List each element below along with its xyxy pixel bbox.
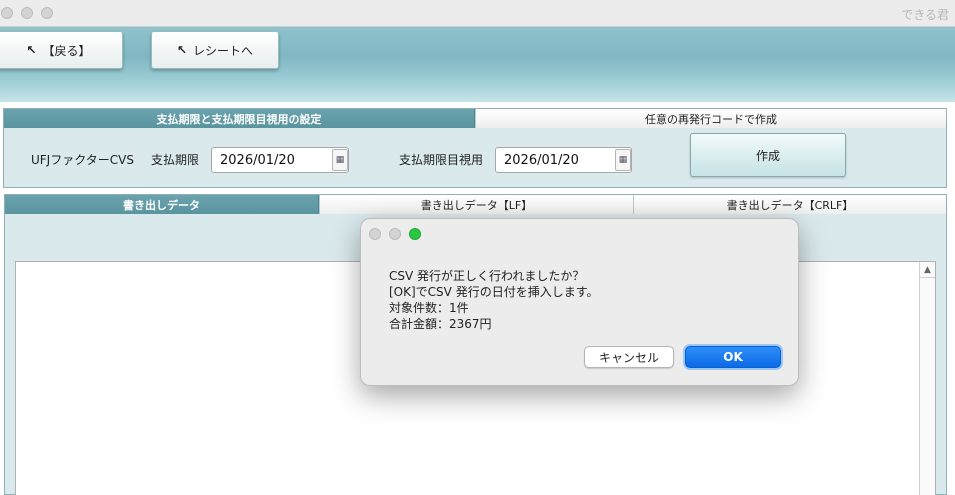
cancel-button-label: キャンセル [598, 350, 659, 365]
dialog-close-icon[interactable] [369, 228, 381, 240]
dialog-minimize-icon[interactable] [389, 228, 401, 240]
dialog-overlay: CSV 発行が正しく行われましたか？ [OK]でCSV 発行の日付を挿入します。… [0, 0, 955, 495]
ok-button-label: OK [723, 350, 743, 364]
dialog-line: 対象件数：1件 [389, 301, 469, 315]
dialog-line: [OK]でCSV 発行の日付を挿入します。 [389, 285, 599, 299]
cancel-button[interactable]: キャンセル [584, 346, 674, 368]
dialog-zoom-icon[interactable] [409, 228, 421, 240]
confirm-dialog: CSV 発行が正しく行われましたか？ [OK]でCSV 発行の日付を挿入します。… [360, 218, 799, 386]
dialog-line: 合計金額：2367円 [389, 317, 492, 331]
dialog-message: CSV 発行が正しく行われましたか？ [OK]でCSV 発行の日付を挿入します。… [389, 268, 599, 332]
ok-button[interactable]: OK [685, 346, 781, 368]
dialog-line: CSV 発行が正しく行われましたか？ [389, 269, 585, 283]
